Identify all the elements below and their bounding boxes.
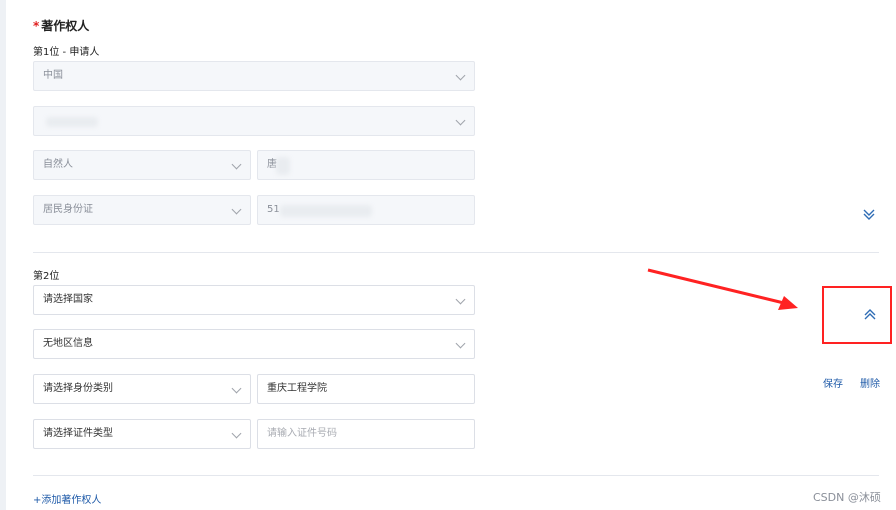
author2-region-select[interactable]: 无地区信息 (33, 329, 475, 359)
author2-id-type-placeholder: 请选择证件类型 (43, 428, 113, 439)
watermark-text: CSDN @沐硕 (813, 491, 881, 504)
author1-region-select[interactable] (33, 106, 475, 136)
author2-identity-placeholder: 请选择身份类别 (43, 383, 113, 394)
chevron-down-icon (231, 383, 242, 394)
author2-id-number-placeholder: 请输入证件号码 (267, 428, 337, 439)
redacted-id-number (280, 205, 372, 217)
author1-heading: 第1位 - 申请人 (33, 47, 100, 58)
annotation-highlight-box (822, 286, 892, 344)
section-title-text: 著作权人 (41, 19, 90, 33)
chevron-down-icon (455, 115, 466, 126)
author2-id-number-field[interactable]: 请输入证件号码 (257, 419, 475, 449)
bottom-divider (33, 475, 879, 476)
redacted-region (46, 117, 98, 127)
left-edge-rule (0, 0, 6, 510)
author2-id-type-select[interactable]: 请选择证件类型 (33, 419, 251, 449)
chevron-down-icon (231, 204, 242, 215)
author1-id-type-value: 居民身份证 (43, 204, 93, 215)
author2-heading: 第2位 (33, 271, 60, 282)
author2-identity-select[interactable]: 请选择身份类别 (33, 374, 251, 404)
author1-id-type-select[interactable]: 居民身份证 (33, 195, 251, 225)
section-divider (33, 252, 879, 253)
chevron-down-icon (455, 294, 466, 305)
chevron-down-icon (455, 338, 466, 349)
author1-identity-value: 自然人 (43, 159, 73, 170)
annotation-arrow (647, 268, 798, 310)
author2-region-value: 无地区信息 (43, 338, 93, 349)
delete-button[interactable]: 删除 (860, 375, 880, 390)
redacted-name (276, 157, 290, 175)
author2-country-placeholder: 请选择国家 (43, 294, 93, 305)
double-chevron-down-icon[interactable] (862, 207, 876, 221)
required-mark: * (33, 19, 40, 33)
author1-id-number-value: 51 (267, 204, 280, 215)
author1-identity-select[interactable]: 自然人 (33, 150, 251, 180)
section-title: * 著作权人 (33, 17, 89, 34)
author2-name-value: 重庆工程学院 (267, 383, 327, 394)
chevron-down-icon (455, 70, 466, 81)
chevron-down-icon (231, 159, 242, 170)
author1-name-field[interactable]: 唐 (257, 150, 475, 180)
author2-name-field[interactable]: 重庆工程学院 (257, 374, 475, 404)
save-button[interactable]: 保存 (823, 375, 843, 390)
chevron-down-icon (231, 428, 242, 439)
author1-country-value: 中国 (43, 70, 63, 81)
author1-country-select[interactable]: 中国 (33, 61, 475, 91)
add-author-link[interactable]: +添加著作权人 (33, 491, 101, 506)
author1-id-number-field[interactable]: 51 (257, 195, 475, 225)
author2-country-select[interactable]: 请选择国家 (33, 285, 475, 315)
